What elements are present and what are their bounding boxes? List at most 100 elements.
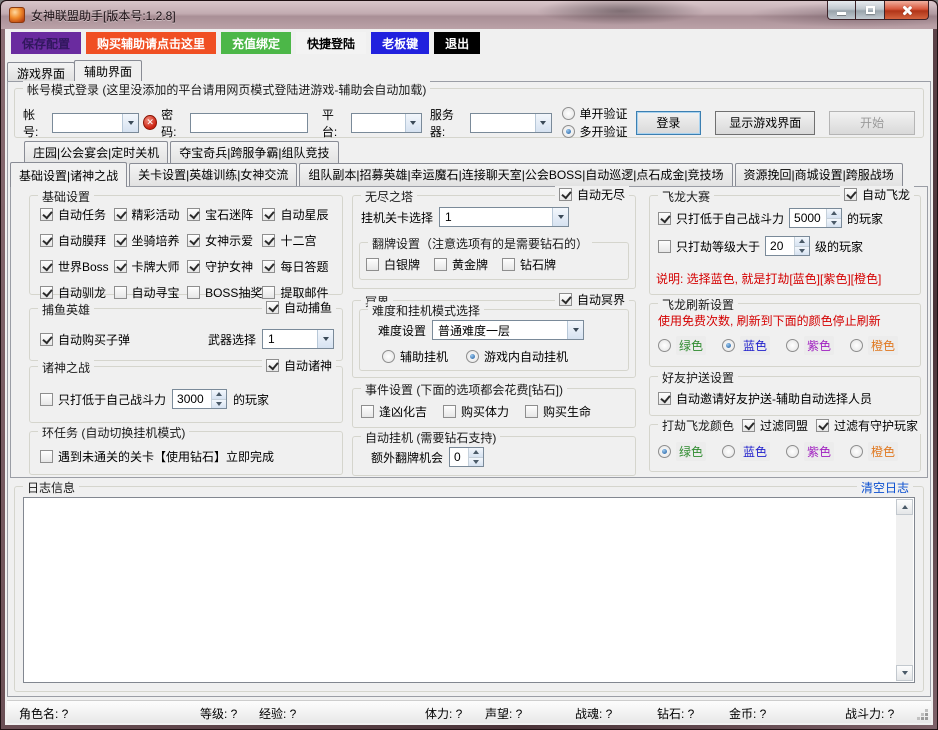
clear-log-link[interactable]: 清空日志 xyxy=(857,479,913,496)
silver-card-checkbox[interactable]: 白银牌 xyxy=(366,256,420,273)
multi-verify-radio[interactable]: 多开验证 xyxy=(562,123,628,140)
log-textarea[interactable] xyxy=(23,497,915,683)
friend-escort-checkbox[interactable]: 自动邀请好友护送-辅助自动选择人员 xyxy=(658,390,872,407)
scroll-down-icon[interactable] xyxy=(896,665,913,681)
ring-task-checkbox[interactable]: 遇到未通关的关卡【使用钻石】立即完成 xyxy=(40,448,274,465)
buy-life-checkbox[interactable]: 购买生命 xyxy=(525,403,591,420)
gods-power-spinner[interactable]: 3000 xyxy=(172,389,227,409)
tab-treasure-group[interactable]: 夺宝奇兵|跨服争霸|组队竞技 xyxy=(170,141,338,164)
spin-down-icon[interactable] xyxy=(469,457,483,467)
basic-checkbox[interactable]: 女神示爱 xyxy=(187,232,262,249)
basic-checkbox[interactable]: 自动星辰 xyxy=(262,206,336,223)
single-verify-radio[interactable]: 单开验证 xyxy=(562,105,628,122)
chevron-down-icon[interactable] xyxy=(567,321,583,339)
stage-combobox[interactable]: 1 xyxy=(439,207,569,227)
weapon-combobox[interactable]: 1 xyxy=(262,329,334,349)
save-config-button[interactable]: 保存配置 xyxy=(11,32,81,54)
auto-endless-checkbox[interactable]: 自动无尽 xyxy=(559,186,625,203)
auto-hang-title: 自动挂机 (需要钻石支持) xyxy=(361,429,500,446)
basic-checkbox[interactable]: 自动驯龙 xyxy=(40,284,114,301)
extra-flip-spinner[interactable]: 0 xyxy=(449,447,484,467)
gods-power-filter-checkbox[interactable]: 只打低于自己战斗力 xyxy=(40,391,166,408)
basic-checkbox[interactable]: 卡牌大师 xyxy=(114,258,188,275)
filter-guard-checkbox[interactable]: 过滤有守护玩家 xyxy=(816,417,918,434)
basic-checkbox[interactable]: 十二宫 xyxy=(262,232,336,249)
auto-gods-checkbox[interactable]: 自动诸神 xyxy=(266,357,332,374)
basic-checkbox[interactable]: 自动任务 xyxy=(40,206,114,223)
tab-team-dungeon-group[interactable]: 组队副本|招募英雄|幸运魔石|连接聊天室|公会BOSS|自动巡逻|点石成金|竞技… xyxy=(299,163,732,186)
chevron-down-icon[interactable] xyxy=(122,114,138,132)
diamond-card-checkbox[interactable]: 钻石牌 xyxy=(502,256,556,273)
tab-manor-group[interactable]: 庄园|公会宴会|定时关机 xyxy=(24,141,168,164)
tab-assist-view[interactable]: 辅助界面 xyxy=(74,60,142,81)
chevron-down-icon[interactable] xyxy=(535,114,551,132)
spin-up-icon[interactable] xyxy=(795,237,809,246)
auto-underworld-checkbox[interactable]: 自动冥界 xyxy=(559,291,625,308)
boss-key-button[interactable]: 老板键 xyxy=(371,32,429,54)
tab-resource-mall[interactable]: 资源挽回|商城设置|跨服战场 xyxy=(735,163,903,186)
start-button[interactable]: 开始 xyxy=(829,111,915,135)
rob-green-radio[interactable]: 绿色 xyxy=(658,442,706,461)
quick-login-button[interactable]: 快捷登陆 xyxy=(296,32,366,54)
chevron-down-icon[interactable] xyxy=(317,330,333,348)
refresh-green-radio[interactable]: 绿色 xyxy=(658,336,706,355)
basic-checkbox[interactable]: 精彩活动 xyxy=(114,206,188,223)
dragon-power-spinner[interactable]: 5000 xyxy=(789,208,842,228)
rob-blue-radio[interactable]: 蓝色 xyxy=(722,442,770,461)
basic-checkbox[interactable]: 每日答题 xyxy=(262,258,336,275)
log-scrollbar[interactable] xyxy=(896,499,913,681)
login-button[interactable]: 登录 xyxy=(636,111,702,135)
resize-grip[interactable] xyxy=(925,717,928,720)
close-button[interactable] xyxy=(884,1,929,20)
password-field[interactable] xyxy=(190,113,308,133)
spin-up-icon[interactable] xyxy=(212,390,226,399)
rob-purple-radio[interactable]: 紫色 xyxy=(786,442,834,461)
buy-bullets-checkbox[interactable]: 自动购买子弹 xyxy=(40,331,130,348)
spin-up-icon[interactable] xyxy=(827,209,841,218)
buy-stamina-checkbox[interactable]: 购买体力 xyxy=(443,403,509,420)
tab-basic-gods[interactable]: 基础设置|诸神之战 xyxy=(10,162,127,187)
basic-checkbox[interactable]: 自动膜拜 xyxy=(40,232,114,249)
spin-down-icon[interactable] xyxy=(795,246,809,256)
server-combobox[interactable] xyxy=(470,113,552,133)
turn-luck-checkbox[interactable]: 逢凶化吉 xyxy=(361,403,427,420)
tab-game-view[interactable]: 游戏界面 xyxy=(7,62,75,81)
basic-checkbox[interactable]: 自动寻宝 xyxy=(114,284,188,301)
recharge-bind-button[interactable]: 充值绑定 xyxy=(221,32,291,54)
auto-dragon-checkbox[interactable]: 自动飞龙 xyxy=(844,186,910,203)
exit-button[interactable]: 退出 xyxy=(434,32,480,54)
tab-stage-hero[interactable]: 关卡设置|英雄训练|女神交流 xyxy=(129,163,297,186)
filter-alliance-checkbox[interactable]: 过滤同盟 xyxy=(742,417,808,434)
refresh-blue-radio[interactable]: 蓝色 xyxy=(722,336,770,355)
refresh-purple-radio[interactable]: 紫色 xyxy=(786,336,834,355)
spin-up-icon[interactable] xyxy=(469,448,483,457)
maximize-button[interactable] xyxy=(856,1,884,20)
chevron-down-icon[interactable] xyxy=(405,114,421,132)
minimize-button[interactable] xyxy=(827,1,856,20)
basic-checkbox[interactable]: BOSS抽奖 xyxy=(187,284,262,301)
dragon-level-spinner[interactable]: 20 xyxy=(765,236,810,256)
dragon-level-checkbox[interactable]: 只打劫等级大于 xyxy=(658,238,760,255)
account-combobox[interactable] xyxy=(52,113,139,133)
settings-panel: 基础设置 自动任务 精彩活动 宝石迷阵 自动星辰 自动膜拜 坐骑培养 女神示爱 … xyxy=(10,186,928,478)
basic-checkbox[interactable]: 宝石迷阵 xyxy=(187,206,262,223)
spin-down-icon[interactable] xyxy=(827,218,841,228)
chevron-down-icon[interactable] xyxy=(552,208,568,226)
difficulty-combobox[interactable]: 普通难度一层 xyxy=(432,320,584,340)
dragon-power-checkbox[interactable]: 只打低于自己战斗力 xyxy=(658,210,784,227)
scroll-up-icon[interactable] xyxy=(896,499,913,515)
ingame-hang-radio[interactable]: 游戏内自动挂机 xyxy=(466,348,568,365)
auto-fishing-checkbox[interactable]: 自动捕鱼 xyxy=(266,299,332,316)
minimize-icon xyxy=(837,12,846,15)
spin-down-icon[interactable] xyxy=(212,399,226,409)
show-game-button[interactable]: 显示游戏界面 xyxy=(715,111,815,135)
basic-checkbox[interactable]: 世界Boss xyxy=(40,258,114,275)
refresh-orange-radio[interactable]: 橙色 xyxy=(850,336,898,355)
rob-orange-radio[interactable]: 橙色 xyxy=(850,442,898,461)
basic-checkbox[interactable]: 守护女神 xyxy=(187,258,262,275)
basic-checkbox[interactable]: 坐骑培养 xyxy=(114,232,188,249)
assist-hang-radio[interactable]: 辅助挂机 xyxy=(382,348,448,365)
platform-combobox[interactable] xyxy=(351,113,422,133)
buy-assist-button[interactable]: 购买辅助请点击这里 xyxy=(86,32,216,54)
gold-card-checkbox[interactable]: 黄金牌 xyxy=(434,256,488,273)
